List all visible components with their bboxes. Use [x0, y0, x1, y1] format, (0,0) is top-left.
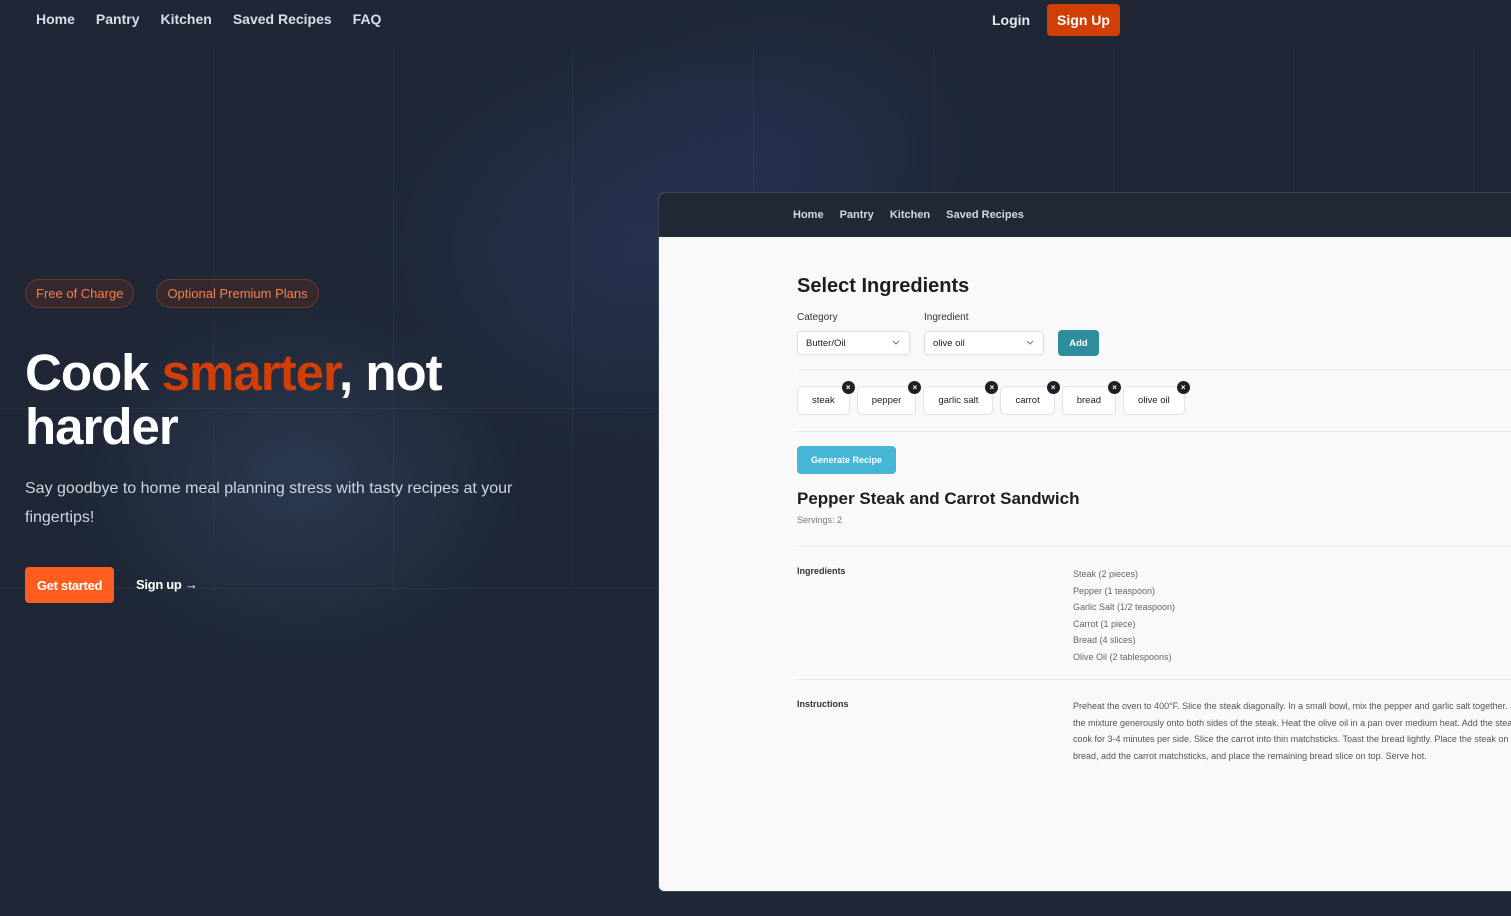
generate-recipe-button[interactable]: Generate Recipe	[797, 446, 896, 474]
grid-line	[572, 48, 573, 588]
remove-icon[interactable]: ×	[1176, 381, 1190, 394]
chip-label: steak	[812, 395, 835, 406]
ingredient-chip[interactable]: bread ×	[1061, 381, 1122, 415]
remove-icon[interactable]: ×	[1046, 381, 1060, 394]
ingredients-label: Ingredients	[797, 566, 846, 576]
recipe-ingredients-list: Steak (2 pieces) Pepper (1 teaspoon) Gar…	[1073, 566, 1175, 666]
signup-button[interactable]: Sign Up	[1047, 4, 1120, 36]
nav-pantry[interactable]: Pantry	[96, 11, 140, 27]
recipe-title: Pepper Steak and Carrot Sandwich	[797, 489, 1080, 508]
recipe-ingredient: Pepper (1 teaspoon)	[1073, 585, 1156, 596]
hero-badges: Free of Charge Optional Premium Plans	[25, 279, 319, 308]
recipe-ingredient: Carrot (1 piece)	[1073, 618, 1136, 629]
category-select[interactable]: Butter/Oil	[797, 331, 910, 355]
nav-saved-recipes[interactable]: Saved Recipes	[233, 11, 332, 27]
recipe-servings: Servings: 2	[797, 515, 843, 525]
chevron-down-icon	[892, 340, 900, 345]
instructions-label: Instructions	[797, 699, 849, 709]
nav-links: Home Pantry Kitchen Saved Recipes FAQ	[36, 11, 381, 27]
selected-ingredients: steak × pepper × garlic salt × carrot × brea…	[797, 381, 1190, 415]
app-nav: Home Pantry Kitchen Saved Recipes	[659, 193, 1511, 237]
ingredient-chip[interactable]: garlic salt ×	[923, 381, 999, 415]
nav-home[interactable]: Home	[36, 11, 75, 27]
hero-title: Cook smarter, not harder	[25, 346, 545, 454]
ingredient-chip[interactable]: pepper ×	[856, 381, 922, 415]
category-label: Category	[797, 312, 838, 323]
ingredient-value: olive oil	[933, 337, 965, 349]
remove-icon[interactable]: ×	[841, 381, 855, 394]
ingredient-chip[interactable]: steak ×	[797, 381, 855, 415]
remove-icon[interactable]: ×	[985, 381, 999, 394]
recipe-ingredient: Bread (4 slices)	[1073, 635, 1136, 646]
remove-icon[interactable]: ×	[1108, 381, 1122, 394]
app-nav-kitchen[interactable]: Kitchen	[890, 209, 930, 221]
chip-label: garlic salt	[938, 395, 979, 406]
select-ingredients-title: Select Ingredients	[797, 275, 970, 297]
divider	[797, 431, 1511, 432]
chip-label: olive oil	[1138, 395, 1170, 406]
recipe-ingredient: Steak (2 pieces)	[1073, 569, 1139, 579]
app-nav-saved-recipes[interactable]: Saved Recipes	[946, 209, 1024, 221]
hero-subtitle: Say goodbye to home meal planning stress…	[25, 480, 513, 526]
app-preview: Home Pantry Kitchen Saved Recipes Select…	[658, 192, 1511, 892]
app-nav-home[interactable]: Home	[793, 209, 824, 221]
chip-label: carrot	[1015, 395, 1040, 406]
hero-title-accent: smarter	[161, 344, 340, 401]
get-started-button[interactable]: Get started	[25, 567, 114, 603]
divider	[797, 679, 1511, 680]
ingredient-select[interactable]: olive oil	[924, 331, 1044, 355]
chip-label: bread	[1076, 395, 1102, 406]
category-value: Butter/Oil	[806, 337, 846, 349]
login-link[interactable]: Login	[992, 12, 1030, 28]
signup-link[interactable]: Sign up →	[136, 577, 198, 592]
nav-faq[interactable]: FAQ	[353, 11, 382, 27]
top-nav: Home Pantry Kitchen Saved Recipes FAQ Lo…	[0, 0, 1511, 42]
add-ingredient-button[interactable]: Add	[1058, 330, 1099, 356]
divider	[797, 369, 1511, 370]
recipe-ingredient: Garlic Salt (1/2 teaspoon)	[1073, 602, 1176, 613]
chevron-down-icon	[1026, 340, 1034, 345]
badge-free: Free of Charge	[25, 279, 135, 308]
recipe-instructions: Preheat the oven to 400°F. Slice the ste…	[1073, 701, 1511, 762]
ingredient-chip[interactable]: carrot ×	[1000, 381, 1060, 415]
hero-title-pre: Cook	[25, 344, 162, 401]
ingredient-label: Ingredient	[924, 312, 969, 323]
app-nav-pantry[interactable]: Pantry	[840, 209, 874, 221]
chip-label: pepper	[871, 395, 902, 406]
ingredient-chip[interactable]: olive oil ×	[1123, 381, 1190, 415]
remove-icon[interactable]: ×	[908, 381, 922, 394]
badge-premium: Optional Premium Plans	[156, 279, 319, 308]
recipe-ingredient: Olive Oil (2 tablespoons)	[1073, 651, 1172, 662]
nav-kitchen[interactable]: Kitchen	[160, 11, 211, 27]
divider	[797, 546, 1511, 547]
